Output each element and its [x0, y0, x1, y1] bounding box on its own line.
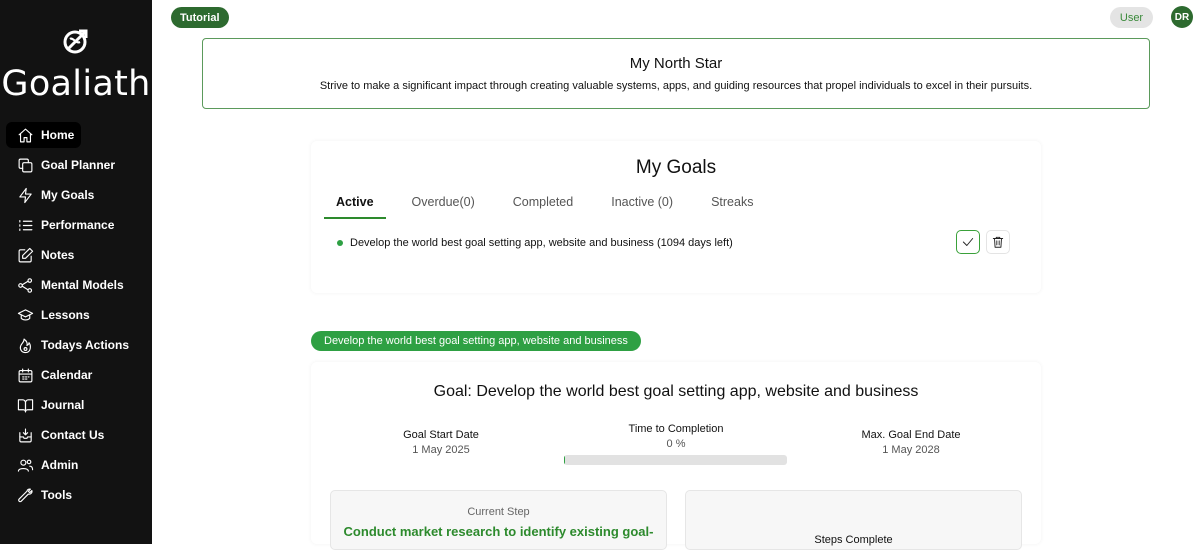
completion-value: 0 %: [666, 438, 686, 450]
user-role-badge[interactable]: User: [1110, 7, 1153, 28]
steps-complete-box: Steps Complete: [685, 490, 1022, 550]
list-icon: [16, 216, 34, 234]
sidebar-item-label: Home: [41, 128, 75, 142]
inbox-icon: [16, 426, 34, 444]
my-goals-title: My Goals: [635, 157, 717, 178]
sidebar-item-label: Tools: [41, 488, 73, 502]
sidebar-item-goal-planner[interactable]: Goal Planner: [6, 152, 146, 178]
goal-detail-card: Goal: Develop the world best goal settin…: [311, 362, 1041, 550]
completion-progress-bar: [564, 455, 787, 465]
north-star-text: Strive to make a significant impact thro…: [319, 80, 1033, 92]
sidebar-item-label: Calendar: [41, 368, 93, 382]
goal-end-label: Max. Goal End Date: [861, 429, 961, 441]
sidebar-item-performance[interactable]: Performance: [6, 212, 146, 238]
wrench-icon: [16, 486, 34, 504]
completion-progress-fill: [564, 455, 566, 465]
complete-goal-button[interactable]: [956, 230, 980, 254]
sidebar-item-journal[interactable]: Journal: [6, 392, 146, 418]
sidebar-item-calendar[interactable]: Calendar: [6, 362, 146, 388]
goal-end-date: Max. Goal End Date 1 May 2028: [836, 429, 986, 456]
sidebar-nav: Home Goal Planner My Goals Performance N…: [6, 122, 146, 512]
goal-start-date: Goal Start Date 1 May 2025: [366, 429, 516, 456]
copy-icon: [16, 156, 34, 174]
north-star-card: My North Star Strive to make a significa…: [202, 38, 1150, 109]
trash-icon: [992, 236, 1004, 248]
selected-goal-pill[interactable]: Develop the world best goal setting app,…: [311, 331, 641, 351]
brand-name[interactable]: Goaliath: [0, 64, 152, 104]
my-goals-card: My Goals Active Overdue(0) Completed Ina…: [311, 141, 1041, 293]
sidebar-item-admin[interactable]: Admin: [6, 452, 146, 478]
sidebar: Goaliath Home Goal Planner My Goals Perf…: [0, 0, 152, 544]
sidebar-item-tools[interactable]: Tools: [6, 482, 146, 508]
sidebar-item-label: Contact Us: [41, 428, 105, 442]
sidebar-item-todays-actions[interactable]: Todays Actions: [6, 332, 146, 358]
active-status-dot: [337, 240, 343, 246]
sidebar-item-label: Goal Planner: [41, 158, 116, 172]
sidebar-item-my-goals[interactable]: My Goals: [6, 182, 146, 208]
avatar[interactable]: DR: [1171, 6, 1193, 28]
check-icon: [962, 238, 974, 246]
graduation-cap-icon: [16, 306, 34, 324]
current-step-box[interactable]: Current Step Conduct market research to …: [330, 490, 667, 550]
goal-detail-title: Goal: Develop the world best goal settin…: [433, 383, 919, 400]
tab-overdue[interactable]: Overdue(0): [400, 191, 487, 219]
goal-tabs: Active Overdue(0) Completed Inactive (0)…: [324, 191, 779, 219]
goal-text: Develop the world best goal setting app,…: [350, 237, 733, 249]
sidebar-item-label: Admin: [41, 458, 79, 472]
share-icon: [16, 276, 34, 294]
sidebar-item-home[interactable]: Home: [6, 122, 81, 148]
sidebar-item-contact-us[interactable]: Contact Us: [6, 422, 146, 448]
edit-icon: [16, 246, 34, 264]
fire-icon: [16, 336, 34, 354]
book-icon: [16, 396, 34, 414]
delete-goal-button[interactable]: [986, 230, 1010, 254]
current-step-label: Current Step: [467, 506, 530, 518]
goal-start-value: 1 May 2025: [412, 444, 470, 456]
current-step-text: Conduct market research to identify exis…: [343, 524, 654, 539]
sidebar-item-label: Mental Models: [41, 278, 124, 292]
goal-start-label: Goal Start Date: [403, 429, 479, 441]
goaliath-logo-icon[interactable]: [61, 26, 91, 56]
tab-completed[interactable]: Completed: [501, 191, 585, 219]
sidebar-item-label: Todays Actions: [41, 338, 130, 352]
north-star-title: My North Star: [629, 55, 723, 72]
sidebar-item-label: Lessons: [41, 308, 90, 322]
tab-streaks[interactable]: Streaks: [699, 191, 765, 219]
sidebar-item-lessons[interactable]: Lessons: [6, 302, 146, 328]
bolt-icon: [16, 186, 34, 204]
sidebar-item-label: Notes: [41, 248, 75, 262]
completion-label: Time to Completion: [628, 423, 724, 435]
home-icon: [16, 126, 34, 144]
goal-end-value: 1 May 2028: [882, 444, 940, 456]
calendar-icon: [16, 366, 34, 384]
list-item[interactable]: Develop the world best goal setting app,…: [337, 237, 733, 249]
sidebar-item-label: Journal: [41, 398, 85, 412]
sidebar-item-notes[interactable]: Notes: [6, 242, 146, 268]
users-icon: [16, 456, 34, 474]
tab-inactive[interactable]: Inactive (0): [599, 191, 685, 219]
sidebar-item-label: Performance: [41, 218, 115, 232]
time-to-completion: Time to Completion 0 %: [601, 423, 751, 450]
sidebar-item-label: My Goals: [41, 188, 95, 202]
steps-complete-label: Steps Complete: [814, 534, 893, 546]
tutorial-button[interactable]: Tutorial: [171, 7, 229, 28]
tab-active[interactable]: Active: [324, 191, 386, 219]
sidebar-item-mental-models[interactable]: Mental Models: [6, 272, 146, 298]
